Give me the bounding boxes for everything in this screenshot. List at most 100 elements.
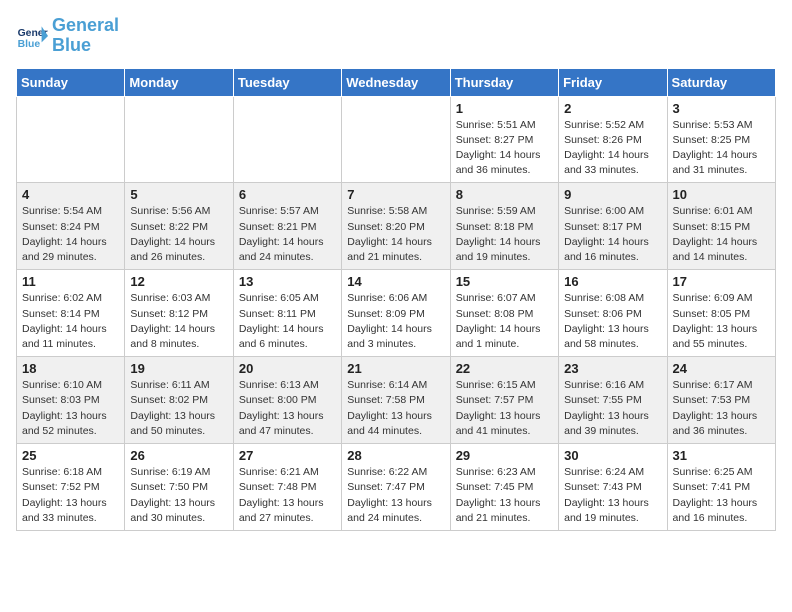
calendar-cell: 31Sunrise: 6:25 AMSunset: 7:41 PMDayligh… [667,444,775,531]
calendar-cell [17,96,125,183]
day-number: 22 [456,361,553,376]
calendar-header-row: SundayMondayTuesdayWednesdayThursdayFrid… [17,68,776,96]
calendar-week-row: 18Sunrise: 6:10 AMSunset: 8:03 PMDayligh… [17,357,776,444]
calendar-cell: 27Sunrise: 6:21 AMSunset: 7:48 PMDayligh… [233,444,341,531]
calendar-week-row: 25 Sunrise: 6:18 AMSunset: 7:52 PMDayligh… [17,444,776,531]
calendar-cell: 14 Sunrise: 6:06 AMSunset: 8:09 PMDayligh… [342,270,450,357]
calendar-cell: 20 Sunrise: 6:13 AMSunset: 8:00 PMDayligh… [233,357,341,444]
day-info: Sunrise: 6:03 AMSunset: 8:12 PMDaylight:… [130,291,227,352]
calendar-cell: 3Sunrise: 5:53 AMSunset: 8:25 PMDaylight… [667,96,775,183]
calendar-header-thursday: Thursday [450,68,558,96]
day-info: Sunrise: 5:58 AMSunset: 8:20 PMDaylight:… [347,204,444,265]
day-number: 7 [347,187,444,202]
calendar-cell [342,96,450,183]
day-info: Sunrise: 6:08 AMSunset: 8:06 PMDaylight:… [564,291,661,352]
day-info: Sunrise: 6:13 AMSunset: 8:00 PMDaylight:… [239,378,336,439]
svg-text:Blue: Blue [18,39,41,50]
day-number: 21 [347,361,444,376]
day-info: Sunrise: 6:07 AMSunset: 8:08 PMDaylight:… [456,291,553,352]
day-number: 26 [130,448,227,463]
day-number: 28 [347,448,444,463]
calendar-week-row: 4Sunrise: 5:54 AMSunset: 8:24 PMDaylight… [17,183,776,270]
day-info: Sunrise: 6:18 AMSunset: 7:52 PMDaylight:… [22,465,119,526]
day-number: 31 [673,448,770,463]
day-number: 14 [347,274,444,289]
day-info: Sunrise: 6:23 AMSunset: 7:45 PMDaylight:… [456,465,553,526]
day-number: 17 [673,274,770,289]
day-number: 24 [673,361,770,376]
calendar-header-tuesday: Tuesday [233,68,341,96]
day-info: Sunrise: 6:05 AMSunset: 8:11 PMDaylight:… [239,291,336,352]
calendar-cell: 13Sunrise: 6:05 AMSunset: 8:11 PMDayligh… [233,270,341,357]
calendar-cell: 16 Sunrise: 6:08 AMSunset: 8:06 PMDayligh… [559,270,667,357]
day-number: 19 [130,361,227,376]
day-number: 2 [564,101,661,116]
calendar-cell: 21 Sunrise: 6:14 AMSunset: 7:58 PMDayligh… [342,357,450,444]
day-info: Sunrise: 6:11 AMSunset: 8:02 PMDaylight:… [130,378,227,439]
day-info: Sunrise: 5:56 AMSunset: 8:22 PMDaylight:… [130,204,227,265]
day-info: Sunrise: 6:14 AMSunset: 7:58 PMDaylight:… [347,378,444,439]
day-number: 30 [564,448,661,463]
calendar-cell: 28Sunrise: 6:22 AMSunset: 7:47 PMDayligh… [342,444,450,531]
calendar-week-row: 11 Sunrise: 6:02 AMSunset: 8:14 PMDayligh… [17,270,776,357]
day-info: Sunrise: 6:24 AMSunset: 7:43 PMDaylight:… [564,465,661,526]
calendar-header-monday: Monday [125,68,233,96]
day-info: Sunrise: 6:06 AMSunset: 8:09 PMDaylight:… [347,291,444,352]
day-number: 25 [22,448,119,463]
calendar-cell: 11 Sunrise: 6:02 AMSunset: 8:14 PMDayligh… [17,270,125,357]
calendar-header-saturday: Saturday [667,68,775,96]
day-number: 9 [564,187,661,202]
calendar-table: SundayMondayTuesdayWednesdayThursdayFrid… [16,68,776,531]
calendar-cell: 10 Sunrise: 6:01 AMSunset: 8:15 PMDayligh… [667,183,775,270]
day-info: Sunrise: 6:09 AMSunset: 8:05 PMDaylight:… [673,291,770,352]
day-info: Sunrise: 6:15 AMSunset: 7:57 PMDaylight:… [456,378,553,439]
day-info: Sunrise: 6:19 AMSunset: 7:50 PMDaylight:… [130,465,227,526]
calendar-cell: 7 Sunrise: 5:58 AMSunset: 8:20 PMDaylight… [342,183,450,270]
day-info: Sunrise: 6:02 AMSunset: 8:14 PMDaylight:… [22,291,119,352]
calendar-cell: 29Sunrise: 6:23 AMSunset: 7:45 PMDayligh… [450,444,558,531]
day-info: Sunrise: 5:59 AMSunset: 8:18 PMDaylight:… [456,204,553,265]
day-info: Sunrise: 5:57 AMSunset: 8:21 PMDaylight:… [239,204,336,265]
day-number: 15 [456,274,553,289]
calendar-cell: 30 Sunrise: 6:24 AMSunset: 7:43 PMDayligh… [559,444,667,531]
calendar-cell: 22 Sunrise: 6:15 AMSunset: 7:57 PMDayligh… [450,357,558,444]
day-info: Sunrise: 5:52 AMSunset: 8:26 PMDaylight:… [564,118,661,179]
day-number: 10 [673,187,770,202]
calendar-cell: 5 Sunrise: 5:56 AMSunset: 8:22 PMDaylight… [125,183,233,270]
day-number: 12 [130,274,227,289]
calendar-week-row: 1 Sunrise: 5:51 AMSunset: 8:27 PMDaylight… [17,96,776,183]
calendar-cell: 9 Sunrise: 6:00 AMSunset: 8:17 PMDaylight… [559,183,667,270]
calendar-cell: 12 Sunrise: 6:03 AMSunset: 8:12 PMDayligh… [125,270,233,357]
day-info: Sunrise: 6:10 AMSunset: 8:03 PMDaylight:… [22,378,119,439]
calendar-cell: 18Sunrise: 6:10 AMSunset: 8:03 PMDayligh… [17,357,125,444]
calendar-cell [233,96,341,183]
calendar-header-sunday: Sunday [17,68,125,96]
logo: General Blue GeneralBlue [16,16,119,56]
day-number: 11 [22,274,119,289]
day-number: 6 [239,187,336,202]
day-info: Sunrise: 6:00 AMSunset: 8:17 PMDaylight:… [564,204,661,265]
day-number: 20 [239,361,336,376]
calendar-cell: 15 Sunrise: 6:07 AMSunset: 8:08 PMDayligh… [450,270,558,357]
calendar-cell: 17 Sunrise: 6:09 AMSunset: 8:05 PMDayligh… [667,270,775,357]
calendar-cell: 4Sunrise: 5:54 AMSunset: 8:24 PMDaylight… [17,183,125,270]
day-info: Sunrise: 5:51 AMSunset: 8:27 PMDaylight:… [456,118,553,179]
calendar-header-wednesday: Wednesday [342,68,450,96]
calendar-cell: 19 Sunrise: 6:11 AMSunset: 8:02 PMDayligh… [125,357,233,444]
calendar-cell: 2 Sunrise: 5:52 AMSunset: 8:26 PMDaylight… [559,96,667,183]
logo-icon: General Blue [16,20,48,52]
day-info: Sunrise: 5:54 AMSunset: 8:24 PMDaylight:… [22,204,119,265]
calendar-cell: 26 Sunrise: 6:19 AMSunset: 7:50 PMDayligh… [125,444,233,531]
day-number: 8 [456,187,553,202]
calendar-cell: 6 Sunrise: 5:57 AMSunset: 8:21 PMDaylight… [233,183,341,270]
day-info: Sunrise: 6:17 AMSunset: 7:53 PMDaylight:… [673,378,770,439]
day-number: 5 [130,187,227,202]
logo-text: GeneralBlue [52,16,119,56]
calendar-cell: 25 Sunrise: 6:18 AMSunset: 7:52 PMDayligh… [17,444,125,531]
day-info: Sunrise: 6:16 AMSunset: 7:55 PMDaylight:… [564,378,661,439]
calendar-cell: 1 Sunrise: 5:51 AMSunset: 8:27 PMDaylight… [450,96,558,183]
calendar-cell: 23Sunrise: 6:16 AMSunset: 7:55 PMDayligh… [559,357,667,444]
day-number: 16 [564,274,661,289]
day-number: 1 [456,101,553,116]
day-info: Sunrise: 6:01 AMSunset: 8:15 PMDaylight:… [673,204,770,265]
